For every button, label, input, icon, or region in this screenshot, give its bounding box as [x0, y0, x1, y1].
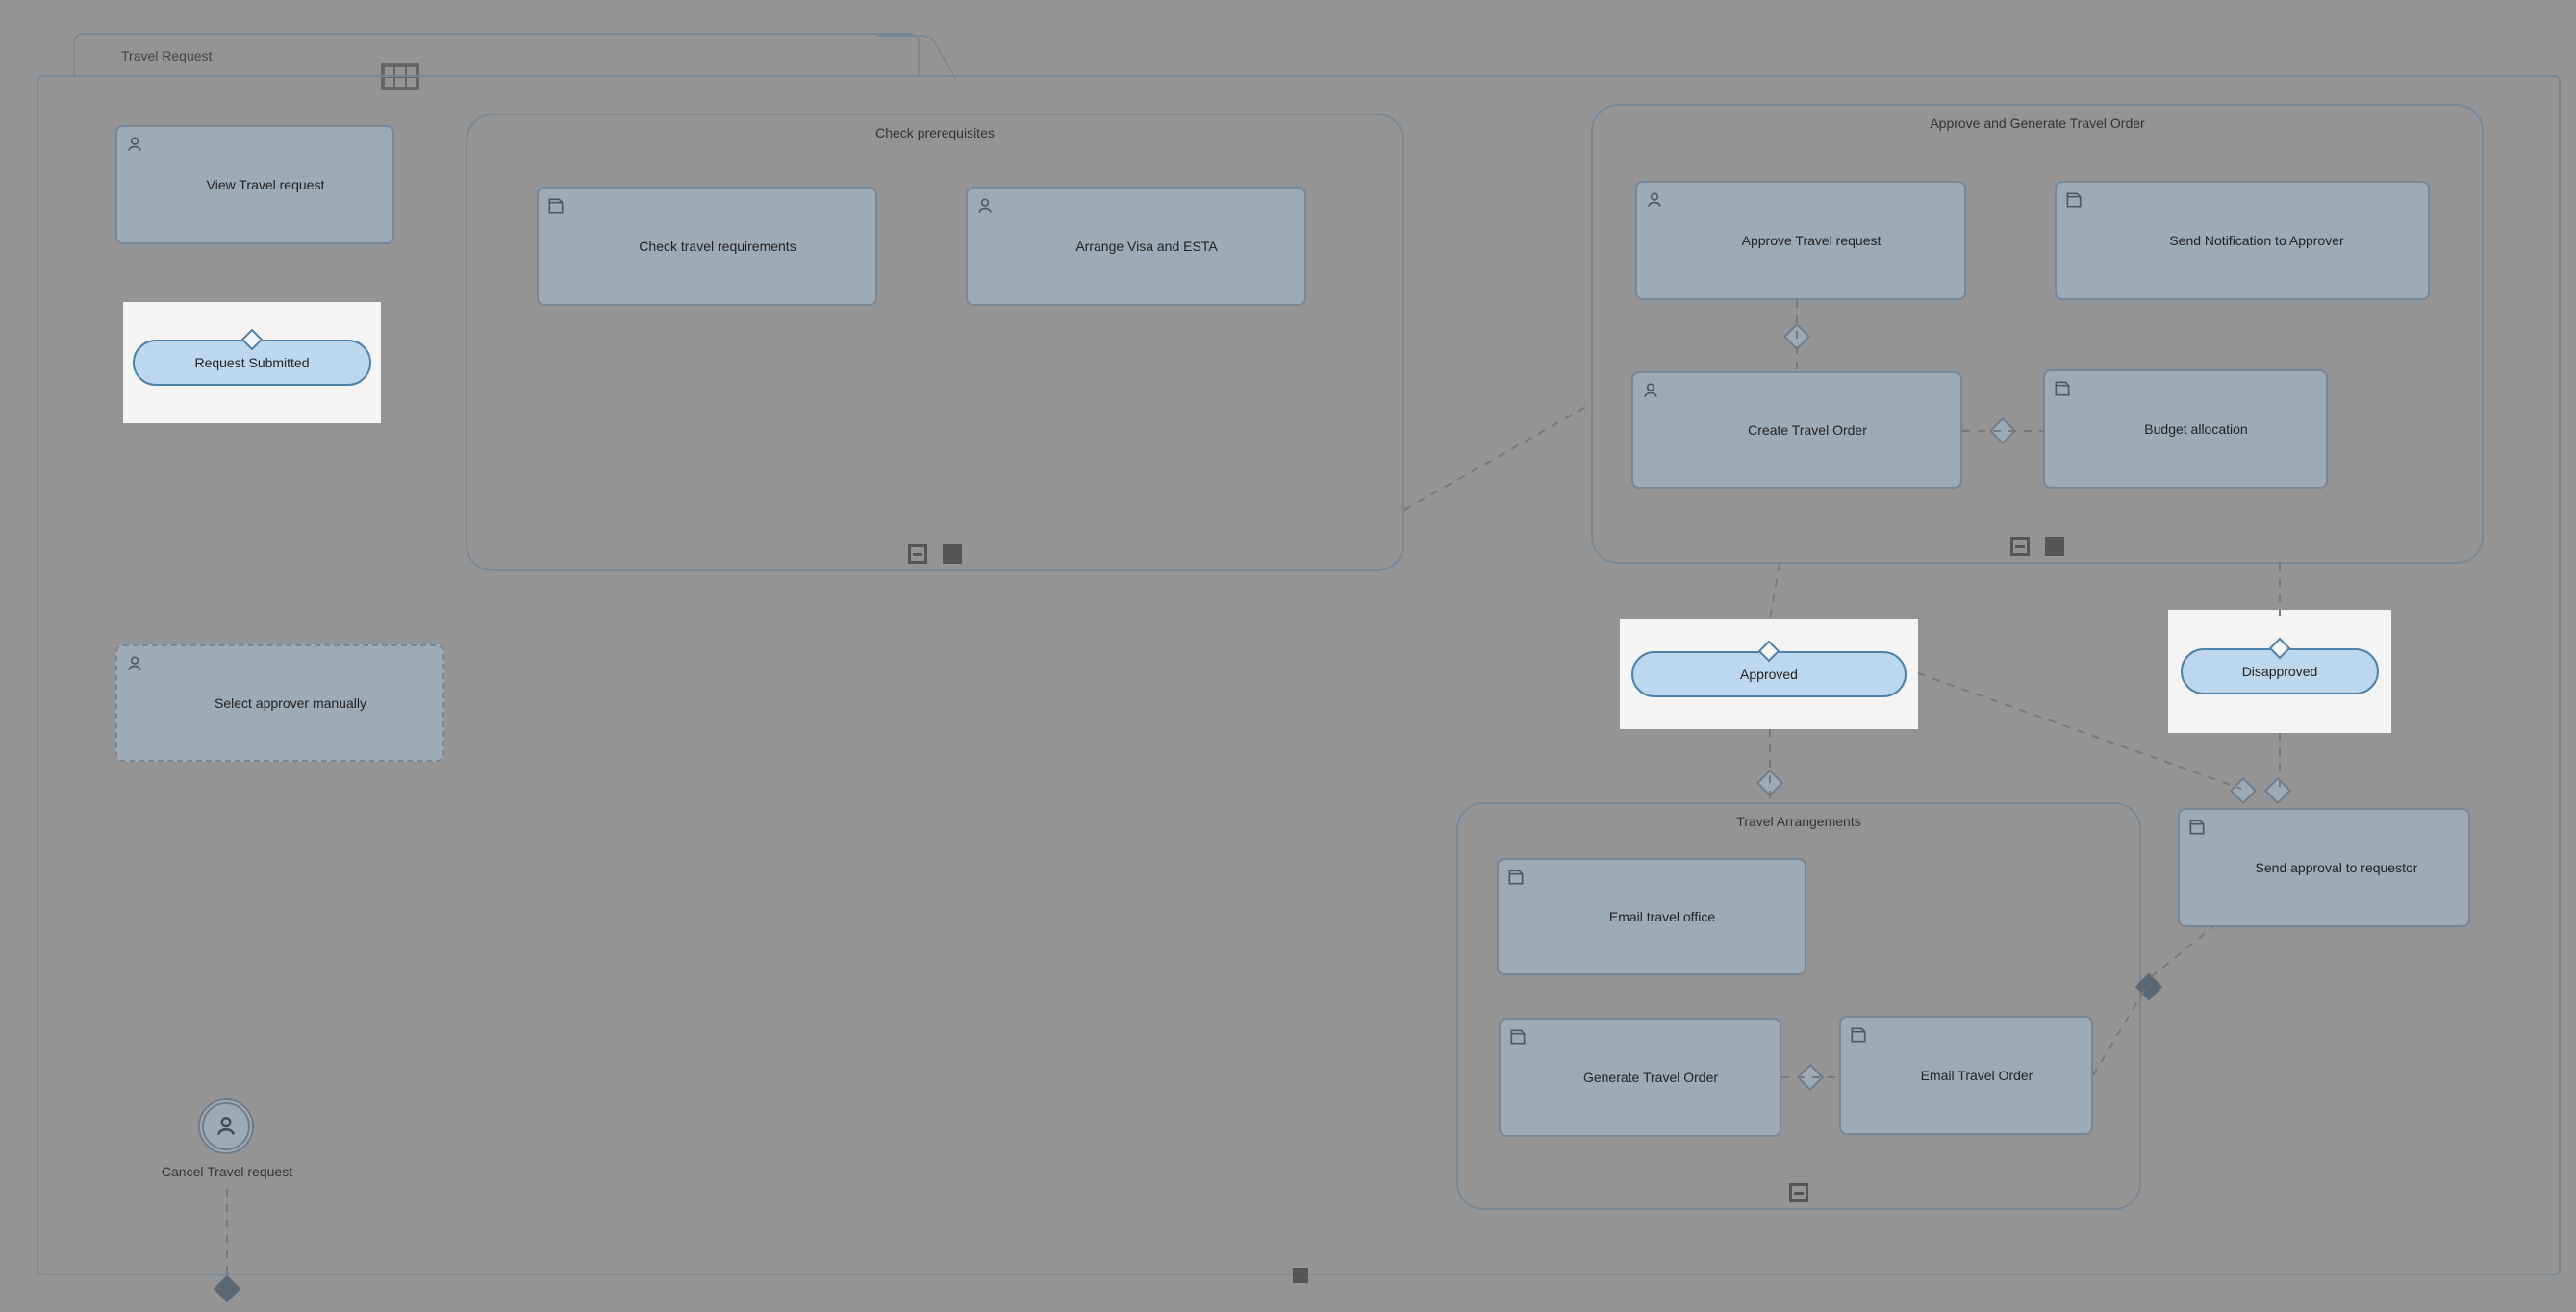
task-label: Email travel office — [1609, 909, 1715, 924]
user-icon — [125, 135, 144, 154]
script-icon — [1506, 868, 1526, 887]
milestone-request-submitted[interactable]: Request Submitted — [133, 340, 371, 386]
adhoc-label: Cancel Travel request — [121, 1164, 333, 1179]
user-icon — [975, 196, 995, 215]
subprocess-markers — [2010, 537, 2064, 556]
collapse-icon[interactable] — [1789, 1183, 1808, 1202]
task-label: Create Travel Order — [1748, 422, 1867, 438]
workflow-canvas[interactable]: Travel Request View Travel request Reque… — [0, 0, 2576, 1312]
script-icon — [2064, 190, 2084, 210]
task-check-travel-requirements[interactable]: Check travel requirements — [537, 187, 877, 306]
task-approve-travel-request[interactable]: Approve Travel request — [1635, 181, 1966, 300]
adhoc-cancel-travel-request[interactable] — [198, 1098, 254, 1154]
task-arrange-visa-esta[interactable]: Arrange Visa and ESTA — [966, 187, 1306, 306]
script-icon — [2187, 818, 2207, 837]
task-send-approval-requestor[interactable]: Send approval to requestor — [2178, 808, 2470, 927]
script-icon — [1508, 1027, 1528, 1047]
milestone-label: Request Submitted — [194, 355, 309, 370]
script-icon — [1849, 1025, 1868, 1045]
milestone-disapproved[interactable]: Disapproved — [2181, 648, 2379, 694]
subprocess-check-prerequisites[interactable]: Check prerequisites — [466, 114, 1404, 571]
task-create-travel-order[interactable]: Create Travel Order — [1631, 371, 1962, 489]
task-label: Generate Travel Order — [1583, 1070, 1718, 1085]
milestone-request-submitted-wrap[interactable]: Request Submitted — [123, 302, 381, 423]
task-view-travel-request[interactable]: View Travel request — [115, 125, 394, 244]
gateway-solid-icon — [214, 1275, 240, 1302]
script-icon — [2053, 379, 2072, 398]
adhoc-marker-icon — [943, 544, 962, 564]
milestone-approved[interactable]: Approved — [1631, 651, 1907, 697]
task-generate-travel-order[interactable]: Generate Travel Order — [1499, 1018, 1781, 1137]
milestone-approved-wrap[interactable]: Approved — [1620, 619, 1918, 729]
diamond-icon — [2269, 638, 2291, 660]
collapse-icon[interactable] — [908, 544, 927, 564]
collapse-icon[interactable] — [2010, 537, 2030, 556]
task-label: Send approval to requestor — [2256, 860, 2418, 875]
task-label: Check travel requirements — [639, 239, 796, 254]
task-select-approver-manually[interactable]: Select approver manually — [115, 644, 444, 762]
script-icon — [546, 196, 566, 215]
user-icon — [1641, 381, 1660, 400]
subprocess-markers — [908, 544, 962, 564]
task-label: Approve Travel request — [1742, 233, 1881, 248]
subprocess-title: Travel Arrangements — [1458, 804, 2139, 829]
subprocess-markers — [1789, 1183, 1808, 1202]
task-email-travel-office[interactable]: Email travel office — [1497, 858, 1806, 975]
subprocess-title: Approve and Generate Travel Order — [1593, 106, 2482, 131]
subprocess-approve-generate[interactable]: Approve and Generate Travel Order — [1591, 104, 2484, 564]
process-title-tab: Travel Request — [73, 33, 920, 77]
task-label: Select approver manually — [215, 695, 366, 711]
task-label: Budget allocation — [2144, 421, 2247, 437]
milestone-label: Disapproved — [2242, 664, 2318, 679]
task-label: View Travel request — [207, 177, 325, 192]
user-icon — [1645, 190, 1664, 210]
task-budget-allocation[interactable]: Budget allocation — [2043, 369, 2328, 489]
adhoc-marker-icon — [2045, 537, 2064, 556]
process-title: Travel Request — [121, 48, 212, 63]
task-label: Arrange Visa and ESTA — [1075, 239, 1217, 254]
task-send-notification-approver[interactable]: Send Notification to Approver — [2055, 181, 2430, 300]
diamond-icon — [241, 329, 264, 351]
task-email-travel-order[interactable]: Email Travel Order — [1839, 1016, 2093, 1135]
milestone-label: Approved — [1740, 667, 1798, 682]
diamond-icon — [1758, 641, 1780, 663]
milestone-disapproved-wrap[interactable]: Disapproved — [2168, 610, 2391, 733]
resize-handle[interactable] — [1293, 1268, 1308, 1283]
user-icon — [125, 654, 144, 673]
subprocess-title: Check prerequisites — [467, 115, 1402, 140]
task-label: Send Notification to Approver — [2169, 233, 2343, 248]
task-label: Email Travel Order — [1921, 1068, 2033, 1083]
